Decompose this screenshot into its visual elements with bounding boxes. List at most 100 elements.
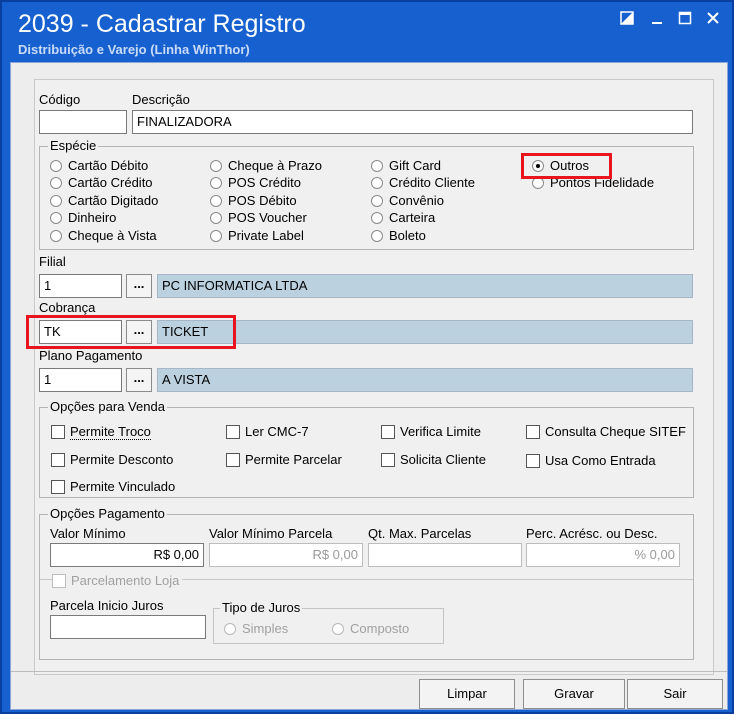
radio-label: Outros [550,158,590,173]
radio-label: Cheque à Vista [68,228,157,243]
check-permite-parcelar[interactable]: Permite Parcelar [226,452,342,467]
radio-composto[interactable]: Composto [332,621,409,636]
radio-convenio[interactable]: Convênio [371,193,444,208]
check-usa-como-entrada[interactable]: Usa Como Entrada [526,453,656,468]
radio-label: Cartão Crédito [68,175,153,190]
check-label: Parcelamento Loja [71,573,180,588]
radio-circle-icon [332,622,344,635]
minimize-icon[interactable] [646,10,668,32]
radio-circle-icon [210,194,222,207]
radio-label: Simples [242,621,289,636]
check-solicita-cliente[interactable]: Solicita Cliente [381,452,486,467]
radio-label: Private Label [228,228,304,243]
radio-cartao-digitado[interactable]: Cartão Digitado [50,193,158,208]
tipo-juros-legend: Tipo de Juros [220,600,303,615]
radio-label: Cheque à Prazo [228,158,322,173]
check-verifica-limite[interactable]: Verifica Limite [381,424,481,439]
radio-circle-icon [371,176,383,189]
radio-circle-icon [371,194,383,207]
parcela-inicio-input[interactable] [50,615,206,639]
cobranca-code-input[interactable]: TK [39,320,122,344]
client-area: Código Descrição FINALIZADORA Espécie Ca… [10,62,728,710]
radio-gift-card[interactable]: Gift Card [371,158,441,173]
radio-label: Carteira [389,210,436,225]
maximize-icon[interactable] [674,10,696,32]
sair-button[interactable]: Sair [627,679,723,709]
plano-code-input[interactable]: 1 [39,368,122,392]
gravar-button[interactable]: Gravar [523,679,625,709]
codigo-input[interactable] [39,110,127,134]
checkbox-icon [51,425,65,439]
radio-label: Boleto [389,228,426,243]
title-bar[interactable]: 2039 - Cadastrar Registro Distribuição e… [2,2,732,60]
cobranca-lookup-button[interactable]: ... [126,320,152,344]
radio-carteira[interactable]: Carteira [371,210,435,225]
restore-icon[interactable] [616,10,638,32]
checkbox-icon [51,479,65,494]
radio-circle-icon [50,176,62,189]
radio-credito-cliente[interactable]: Crédito Cliente [371,175,475,190]
checkbox-icon [52,573,66,588]
radio-circle-icon [210,229,222,242]
opcoes-venda-legend: Opções para Venda [48,399,167,414]
app-window: 2039 - Cadastrar Registro Distribuição e… [0,0,734,714]
descricao-input[interactable]: FINALIZADORA [132,110,693,134]
descricao-label: Descrição [132,92,190,107]
radio-label: Gift Card [389,158,442,173]
radio-outros[interactable]: Outros [532,158,589,173]
filial-code-input[interactable]: 1 [39,274,122,298]
radio-label: POS Voucher [228,210,307,225]
form-panel: Código Descrição FINALIZADORA Espécie Ca… [26,79,714,675]
radio-label: Dinheiro [68,210,117,225]
radio-dinheiro[interactable]: Dinheiro [50,210,116,225]
radio-circle-icon [371,159,383,172]
radio-circle-icon [210,211,222,224]
radio-label: Cartão Digitado [68,193,159,208]
radio-selected-icon [532,159,544,172]
check-parcelamento-loja[interactable]: Parcelamento Loja [52,573,183,588]
qt-max-parcelas-input[interactable] [368,543,522,567]
checkbox-icon [226,424,240,439]
opcoes-pagamento-legend: Opções Pagamento [48,506,167,521]
radio-pontos-fidelidade[interactable]: Pontos Fidelidade [532,175,654,190]
radio-pos-credito[interactable]: POS Crédito [210,175,301,190]
valor-minimo-parcela-input[interactable]: R$ 0,00 [209,543,363,567]
radio-label: Pontos Fidelidade [550,175,655,190]
checkbox-icon [526,453,540,468]
radio-boleto[interactable]: Boleto [371,228,426,243]
check-ler-cmc7[interactable]: Ler CMC-7 [226,424,309,439]
cobranca-label: Cobrança [39,300,96,315]
filial-lookup-button[interactable]: ... [126,274,152,298]
filial-name-field: PC INFORMATICA LTDA [157,274,693,298]
radio-pos-voucher[interactable]: POS Voucher [210,210,307,225]
check-permite-troco[interactable]: Permite Troco [51,424,151,440]
perc-label: Perc. Acrésc. ou Desc. [526,526,658,541]
valor-minimo-parcela-label: Valor Mínimo Parcela [209,526,333,541]
check-label: Consulta Cheque SITEF [545,424,686,439]
radio-cheque-vista[interactable]: Cheque à Vista [50,228,157,243]
check-label: Permite Troco [70,424,151,440]
check-permite-vinculado[interactable]: Permite Vinculado [51,479,175,494]
radio-private-label[interactable]: Private Label [210,228,304,243]
check-label: Permite Vinculado [70,479,176,494]
valor-minimo-input[interactable]: R$ 0,00 [50,543,204,567]
radio-cheque-prazo[interactable]: Cheque à Prazo [210,158,322,173]
check-label: Permite Desconto [70,452,174,467]
plano-lookup-button[interactable]: ... [126,368,152,392]
radio-simples[interactable]: Simples [224,621,288,636]
parcela-inicio-label: Parcela Inicio Juros [50,598,164,613]
radio-pos-debito[interactable]: POS Débito [210,193,297,208]
opcoes-venda-group: Opções para Venda Permite Troco Ler CMC-… [39,399,694,498]
checkbox-icon [51,452,65,467]
limpar-button[interactable]: Limpar [419,679,515,709]
check-permite-desconto[interactable]: Permite Desconto [51,452,173,467]
radio-cartao-credito[interactable]: Cartão Crédito [50,175,153,190]
cobranca-name-field: TICKET [157,320,693,344]
radio-circle-icon [371,229,383,242]
close-icon[interactable] [702,10,724,32]
perc-input[interactable]: % 0,00 [526,543,680,567]
especie-group: Espécie Cartão Débito Cartão Crédito Car… [39,138,694,250]
check-consulta-cheque-sitef[interactable]: Consulta Cheque SITEF [526,424,686,439]
radio-circle-icon [50,229,62,242]
radio-cartao-debito[interactable]: Cartão Débito [50,158,148,173]
